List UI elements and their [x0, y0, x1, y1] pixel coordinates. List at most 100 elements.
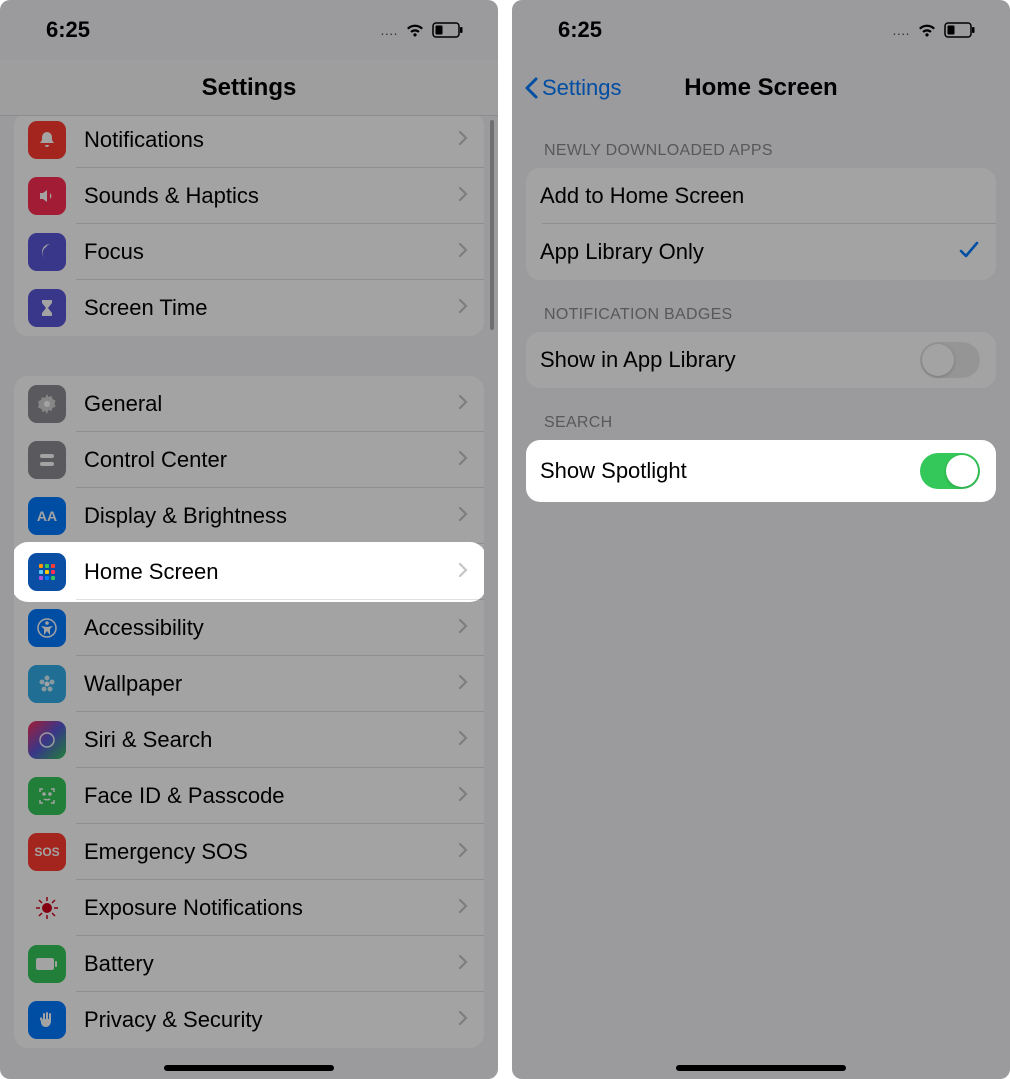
gear-icon — [28, 385, 66, 423]
row-label: Accessibility — [84, 615, 458, 641]
status-indicators: .... — [380, 22, 464, 38]
moon-icon — [28, 233, 66, 271]
chevron-right-icon — [458, 618, 468, 639]
group-notification-badges: Show in App Library — [526, 332, 996, 388]
chevron-right-icon — [458, 954, 468, 975]
row-notifications[interactable]: Notifications — [14, 116, 484, 168]
faceid-icon — [28, 777, 66, 815]
cellular-dots-icon: .... — [892, 22, 910, 38]
cellular-dots-icon: .... — [380, 22, 398, 38]
row-label: Wallpaper — [84, 671, 458, 697]
row-label: Battery — [84, 951, 458, 977]
accessibility-icon — [28, 609, 66, 647]
row-label: Home Screen — [84, 559, 458, 585]
status-bar: 6:25 .... — [512, 0, 1010, 60]
row-show-in-app-library[interactable]: Show in App Library — [526, 332, 996, 388]
sos-icon: SOS — [28, 833, 66, 871]
row-label: App Library Only — [540, 239, 958, 265]
row-label: Siri & Search — [84, 727, 458, 753]
right-phone-frame: 6:25 .... Settings Home Screen NEWLY DOW… — [512, 0, 1010, 1079]
chevron-right-icon — [458, 394, 468, 415]
chevron-right-icon — [458, 130, 468, 151]
chevron-right-icon — [458, 450, 468, 471]
row-label: Emergency SOS — [84, 839, 458, 865]
nav-bar: Settings — [0, 60, 498, 116]
page-title: Home Screen — [684, 74, 837, 102]
chevron-right-icon — [458, 242, 468, 263]
row-battery[interactable]: Battery — [14, 936, 484, 992]
row-general[interactable]: General — [14, 376, 484, 432]
row-privacy-security[interactable]: Privacy & Security — [14, 992, 484, 1048]
row-home-screen[interactable]: Home Screen — [14, 544, 484, 600]
nav-bar: Settings Home Screen — [512, 60, 1010, 116]
row-screen-time[interactable]: Screen Time — [14, 280, 484, 336]
settings-scroll-content[interactable]: Notifications Sounds & Haptics Focus — [0, 116, 498, 1079]
chevron-right-icon — [458, 730, 468, 751]
row-label: Show in App Library — [540, 347, 920, 373]
chevron-right-icon — [458, 842, 468, 863]
row-exposure-notifications[interactable]: Exposure Notifications — [14, 880, 484, 936]
chevron-right-icon — [458, 298, 468, 319]
row-emergency-sos[interactable]: SOS Emergency SOS — [14, 824, 484, 880]
wifi-icon — [916, 22, 938, 38]
home-screen-settings-content[interactable]: NEWLY DOWNLOADED APPS Add to Home Screen… — [512, 116, 1010, 1079]
back-label: Settings — [542, 75, 622, 101]
switches-icon — [28, 441, 66, 479]
row-focus[interactable]: Focus — [14, 224, 484, 280]
chevron-right-icon — [458, 1010, 468, 1031]
toggle-show-spotlight[interactable] — [920, 453, 980, 489]
row-wallpaper[interactable]: Wallpaper — [14, 656, 484, 712]
row-label: Control Center — [84, 447, 458, 473]
row-app-library-only[interactable]: App Library Only — [526, 224, 996, 280]
chevron-right-icon — [458, 898, 468, 919]
bell-icon — [28, 121, 66, 159]
row-label: Privacy & Security — [84, 1007, 458, 1033]
section-header-search: SEARCH — [526, 388, 996, 440]
row-accessibility[interactable]: Accessibility — [14, 600, 484, 656]
flower-icon — [28, 665, 66, 703]
row-faceid-passcode[interactable]: Face ID & Passcode — [14, 768, 484, 824]
home-indicator[interactable] — [676, 1065, 846, 1071]
row-display-brightness[interactable]: AA Display & Brightness — [14, 488, 484, 544]
row-label: Display & Brightness — [84, 503, 458, 529]
siri-icon — [28, 721, 66, 759]
status-time: 6:25 — [46, 17, 90, 43]
settings-group-1: Notifications Sounds & Haptics Focus — [14, 116, 484, 336]
status-bar: 6:25 .... — [0, 0, 498, 60]
battery-low-icon — [432, 22, 464, 38]
chevron-right-icon — [458, 506, 468, 527]
scrollbar[interactable] — [490, 120, 494, 330]
row-label: Add to Home Screen — [540, 183, 980, 209]
settings-group-2: General Control Center AA Display & Brig… — [14, 376, 484, 1048]
row-show-spotlight[interactable]: Show Spotlight — [526, 440, 996, 502]
hourglass-icon — [28, 289, 66, 327]
section-header-notification-badges: NOTIFICATION BADGES — [526, 280, 996, 332]
chevron-right-icon — [458, 562, 468, 583]
battery-low-icon — [944, 22, 976, 38]
row-label: Notifications — [84, 127, 458, 153]
row-label: Sounds & Haptics — [84, 183, 458, 209]
chevron-right-icon — [458, 786, 468, 807]
row-label: Screen Time — [84, 295, 458, 321]
row-label: Focus — [84, 239, 458, 265]
row-label: Exposure Notifications — [84, 895, 458, 921]
row-label: Show Spotlight — [540, 458, 920, 484]
row-siri-search[interactable]: Siri & Search — [14, 712, 484, 768]
toggle-show-in-app-library[interactable] — [920, 342, 980, 378]
row-sounds-haptics[interactable]: Sounds & Haptics — [14, 168, 484, 224]
group-newly-downloaded: Add to Home Screen App Library Only — [526, 168, 996, 280]
back-button[interactable]: Settings — [524, 75, 622, 101]
row-label: Face ID & Passcode — [84, 783, 458, 809]
page-title: Settings — [202, 74, 297, 102]
section-header-newly-downloaded: NEWLY DOWNLOADED APPS — [526, 116, 996, 168]
status-time: 6:25 — [558, 17, 602, 43]
checkmark-icon — [958, 239, 980, 266]
row-control-center[interactable]: Control Center — [14, 432, 484, 488]
group-search: Show Spotlight — [526, 440, 996, 502]
left-phone-frame: 6:25 .... Settings Notifications — [0, 0, 498, 1079]
row-add-to-home-screen[interactable]: Add to Home Screen — [526, 168, 996, 224]
apps-grid-icon — [28, 553, 66, 591]
hand-icon — [28, 1001, 66, 1039]
battery-icon — [28, 945, 66, 983]
home-indicator[interactable] — [164, 1065, 334, 1071]
